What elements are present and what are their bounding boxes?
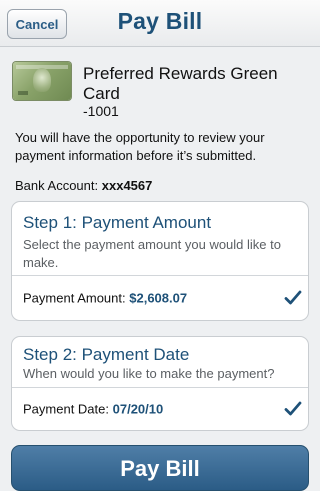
bank-account: Bank Account: xxx4567 <box>15 178 152 193</box>
payment-amount-panel: Step 1: Payment Amount Select the paymen… <box>11 201 309 321</box>
card-name: Preferred Rewards Green Card <box>83 64 278 103</box>
payment-date-text: Payment Date: 07/20/10 <box>23 402 163 417</box>
page-title: Pay Bill <box>117 8 203 34</box>
credit-card-image <box>13 62 71 100</box>
payment-date-panel: Step 2: Payment Date When would you like… <box>11 336 309 431</box>
payment-amount-row[interactable]: Payment Amount: $2,608.07 <box>12 276 308 320</box>
step2-title: Step 2: Payment Date <box>23 345 190 364</box>
checkmark-icon <box>284 401 302 416</box>
card-chip <box>18 91 28 95</box>
step1-title: Step 1: Payment Amount <box>23 213 212 232</box>
card-number: -1001 <box>83 103 119 119</box>
checkmark-icon <box>284 290 302 305</box>
payment-date-value: 07/20/10 <box>112 401 164 417</box>
step2-subtitle: When would you like to make the payment? <box>23 366 275 381</box>
navigation-bar: Cancel Pay Bill <box>0 0 320 47</box>
payment-amount-text: Payment Amount: $2,608.07 <box>23 291 187 306</box>
bank-account-value: xxx4567 <box>101 178 153 193</box>
step1-subtitle: Select the payment amount you would like… <box>23 237 281 270</box>
payment-date-label: Payment Date: <box>23 401 109 417</box>
payment-amount-label: Payment Amount: <box>23 290 126 306</box>
bank-account-label: Bank Account: <box>15 178 99 193</box>
payment-date-row[interactable]: Payment Date: 07/20/10 <box>12 388 308 430</box>
payment-amount-value: $2,608.07 <box>129 290 188 306</box>
card-portrait <box>33 68 51 92</box>
review-notice: You will have the opportunity to review … <box>15 130 265 163</box>
pay-bill-button[interactable]: Pay Bill <box>11 445 309 491</box>
